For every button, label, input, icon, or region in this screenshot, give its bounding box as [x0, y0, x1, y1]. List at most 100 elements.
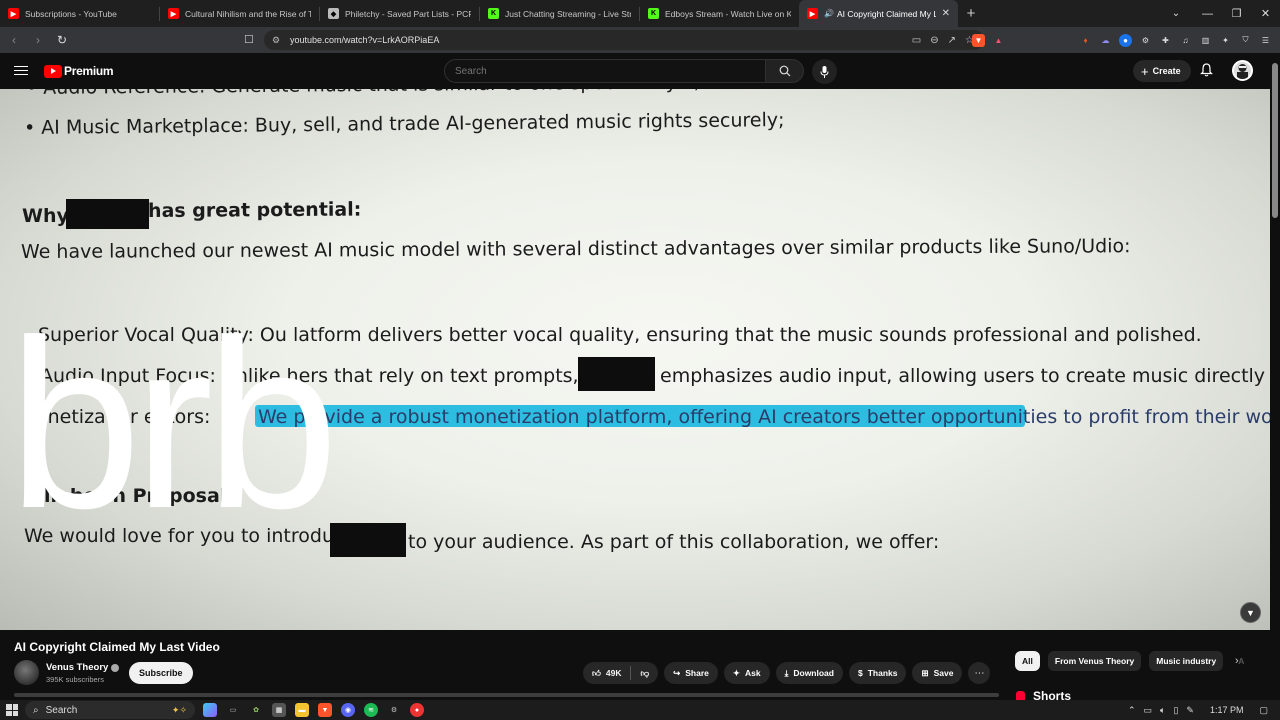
volume-icon[interactable]: 🔈︎ — [1160, 705, 1165, 716]
chip-from-channel[interactable]: From Venus Theory — [1047, 651, 1142, 671]
clock-time[interactable]: 1:17 PM — [1210, 705, 1244, 715]
kick-icon: K — [488, 8, 499, 19]
close-window-icon[interactable]: ✕ — [1251, 0, 1280, 27]
browser-tab[interactable]: ◆ Philetchy - Saved Part Lists - PCPartP — [320, 0, 479, 27]
account-avatar[interactable] — [1232, 60, 1253, 81]
file-explorer-icon[interactable]: ▬ — [295, 703, 309, 717]
zoom-icon[interactable]: ⊖ — [930, 35, 938, 46]
chevron-right-icon[interactable]: › — [1235, 655, 1239, 667]
battery-icon[interactable]: ▯ — [1173, 705, 1178, 716]
music-icon[interactable]: ♫ — [1179, 34, 1192, 47]
leo-ai-icon[interactable]: ✦ — [1219, 34, 1232, 47]
pen-icon[interactable]: ✎ — [1186, 705, 1194, 716]
extensions-icon[interactable]: ✚ — [1159, 34, 1172, 47]
ask-button[interactable]: ✦ Ask — [723, 662, 770, 684]
search-input[interactable] — [445, 60, 765, 82]
more-actions-icon[interactable]: ⋯ — [968, 662, 991, 684]
brave-browser-icon[interactable]: ▼ — [318, 703, 332, 717]
save-button[interactable]: ⊞ Save — [912, 662, 963, 684]
search-button[interactable] — [766, 59, 804, 83]
avatar-image — [1237, 64, 1248, 79]
app-icon[interactable]: ▦ — [272, 703, 286, 717]
browser-tab[interactable]: ▶ Cultural Nihilism and the Rise of Th — [160, 0, 319, 27]
recording-app-icon[interactable]: ● — [410, 703, 424, 717]
settings-icon[interactable]: ⚙ — [387, 703, 401, 717]
restore-icon[interactable]: ❐ — [1222, 0, 1251, 27]
spotify-icon[interactable]: ≋ — [364, 703, 378, 717]
browser-tab-active[interactable]: ▶ 🔊 AI Copyright Claimed My La ✕ — [799, 0, 958, 27]
extension-fox-icon[interactable]: ♦ — [1079, 34, 1092, 47]
extension-blue-icon[interactable]: ● — [1119, 33, 1132, 47]
audio-playing-icon[interactable]: 🔊 — [824, 9, 834, 18]
cast-icon[interactable]: ▭ — [912, 35, 921, 46]
dislike-button[interactable]: 👎︎ — [631, 662, 658, 684]
youtube-masthead: Premium + Create — [0, 53, 1280, 89]
brave-rewards-icon[interactable]: ▲ — [992, 34, 1005, 47]
document-line: • Audio Reference: Generate music that i… — [26, 89, 700, 99]
verified-icon — [111, 663, 120, 672]
browser-tab[interactable]: K Just Chatting Streaming - Live Strea — [480, 0, 639, 27]
tab-search-icon[interactable]: ⌄ — [1166, 0, 1186, 27]
task-view-icon[interactable]: ▭ — [226, 703, 240, 717]
back-icon[interactable]: ‹ — [4, 30, 24, 50]
search-icon: ⌕ — [33, 704, 39, 716]
bookmark-icon[interactable]: ☐ — [244, 33, 254, 46]
menu-icon[interactable]: ☰ — [1259, 34, 1272, 47]
search-icon — [779, 65, 790, 77]
channel-name[interactable]: Venus Theory — [46, 662, 120, 673]
browser-tab[interactable]: K Edboys Stream - Watch Live on Kick — [640, 0, 799, 27]
url-text[interactable]: youtube.com/watch?v=LrkAORPiaEA — [290, 35, 439, 45]
chip-all[interactable]: All — [1015, 651, 1040, 671]
channel-name-text: Venus Theory — [46, 662, 109, 673]
horizontal-scrollbar[interactable] — [14, 693, 999, 697]
thanks-label: Thanks — [867, 668, 898, 678]
scrollbar-thumb[interactable] — [1272, 63, 1278, 218]
taskbar-search[interactable]: ⌕ Search ✦✧ — [25, 701, 195, 719]
hamburger-menu-icon[interactable] — [14, 63, 28, 77]
create-button[interactable]: + Create — [1133, 60, 1191, 82]
new-tab-button[interactable]: + — [958, 5, 984, 22]
forward-icon[interactable]: › — [28, 30, 48, 50]
page-scrollbar[interactable] — [1270, 53, 1280, 703]
site-info-icon[interactable]: ⚙ — [272, 35, 280, 46]
youtube-logo-icon — [44, 64, 62, 78]
extension-cloud-icon[interactable]: ☁ — [1099, 34, 1112, 47]
share-page-icon[interactable]: ↗ — [948, 35, 956, 46]
extension-settings-icon[interactable]: ⚙ — [1139, 34, 1152, 47]
close-tab-icon[interactable]: ✕ — [942, 8, 950, 19]
vpn-icon[interactable]: ⛉ — [1239, 34, 1252, 47]
share-button[interactable]: ↪ Share — [664, 662, 718, 684]
tray-overflow-icon[interactable]: ⌃ — [1128, 705, 1136, 716]
browser-tab[interactable]: ▶ Subscriptions - YouTube — [0, 0, 159, 27]
windows-start-icon[interactable] — [6, 704, 18, 716]
voice-search-button[interactable] — [812, 59, 837, 84]
minimize-icon[interactable]: — — [1193, 0, 1222, 27]
copilot-icon[interactable] — [203, 703, 217, 717]
widgets-icon[interactable]: ✿ — [249, 703, 263, 717]
share-label: Share — [685, 668, 709, 678]
chip-music-industry[interactable]: Music industry — [1149, 651, 1224, 671]
subscribe-button[interactable]: Subscribe — [129, 662, 193, 684]
channel-avatar[interactable] — [14, 660, 39, 685]
thanks-button[interactable]: $ Thanks — [848, 662, 907, 684]
sidebar-icon[interactable]: ▥ — [1199, 34, 1212, 47]
thanks-icon: $ — [857, 668, 863, 678]
notification-center-icon[interactable]: ▢ — [1259, 705, 1268, 716]
download-button[interactable]: ⤓ Download — [775, 662, 843, 684]
redaction-box — [330, 523, 406, 557]
brave-shield-icon[interactable]: ▼ — [972, 33, 985, 47]
video-player[interactable]: • Audio Reference: Generate music that i… — [0, 89, 1270, 630]
redaction-box — [66, 199, 149, 229]
discord-icon[interactable]: ◉ — [341, 703, 355, 717]
address-bar[interactable]: ⚙ youtube.com/watch?v=LrkAORPiaEA ▭ ⊖ ↗ … — [264, 30, 984, 50]
logo-text: Premium — [64, 64, 114, 78]
notifications-bell-icon[interactable] — [1200, 63, 1213, 77]
channel-watermark-icon[interactable]: ▼ — [1240, 602, 1261, 623]
reload-icon[interactable]: ↻ — [52, 30, 72, 50]
document-heading: has great potential: — [147, 198, 362, 222]
thumbs-up-icon: 👍︎ — [592, 667, 601, 678]
youtube-premium-logo[interactable]: Premium — [44, 64, 114, 78]
network-icon[interactable]: ▭ — [1144, 705, 1153, 716]
extensions-row: ▼ ▲ ♦ ☁ ● ⚙ ✚ ♫ ▥ ✦ ⛉ ☰ — [972, 27, 1272, 53]
like-button[interactable]: 👍︎ 49K — [583, 662, 630, 684]
